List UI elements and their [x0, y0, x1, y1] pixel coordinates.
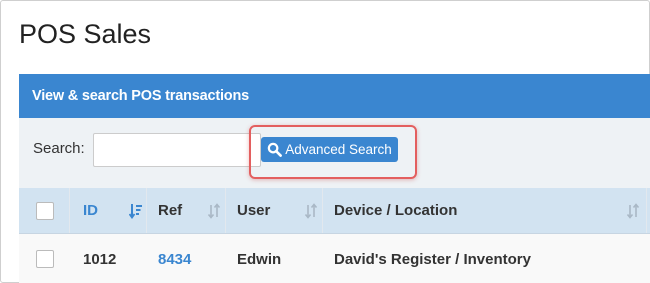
search-icon	[267, 142, 283, 157]
sort-icon[interactable]	[626, 203, 640, 219]
search-label: Search:	[33, 140, 85, 157]
advanced-search-label: Advanced Search	[285, 142, 392, 157]
row-device-location-cell: David's Register / Inventory	[334, 234, 531, 283]
table-row[interactable]: 1012 8434 Edwin David's Register / Inven…	[19, 234, 650, 283]
transactions-panel: View & search POS transactions Search: A…	[19, 74, 650, 283]
select-all-cell	[36, 188, 54, 233]
row-select-cell	[36, 234, 54, 283]
sort-icon[interactable]	[304, 203, 318, 219]
row-id: 1012	[83, 250, 117, 268]
panel-header: View & search POS transactions	[19, 74, 650, 118]
column-header-ref[interactable]: Ref	[158, 188, 182, 233]
row-ref-cell: 8434	[158, 234, 191, 283]
column-header-device-location-label: Device / Location	[334, 202, 458, 219]
column-header-id[interactable]: ID	[83, 188, 98, 233]
sort-icon[interactable]	[207, 203, 221, 219]
page-title: POS Sales	[19, 19, 152, 49]
row-checkbox[interactable]	[36, 250, 54, 268]
column-header-user[interactable]: User	[237, 188, 270, 233]
row-id-cell: 1012	[83, 234, 116, 283]
search-input[interactable]	[93, 133, 261, 167]
sort-amount-down-icon[interactable]	[129, 203, 143, 219]
row-ref-link[interactable]: 8434	[158, 251, 191, 268]
table-header-row: ID Ref User Device / Location	[19, 188, 650, 234]
advanced-search-button[interactable]: Advanced Search	[261, 137, 398, 162]
row-user-cell: Edwin	[237, 234, 281, 283]
column-header-device-location[interactable]: Device / Location	[334, 188, 457, 233]
row-device-location: David's Register / Inventory	[334, 250, 531, 268]
select-all-checkbox[interactable]	[36, 201, 54, 220]
row-user: Edwin	[237, 250, 282, 268]
column-header-id-label: ID	[83, 202, 98, 219]
column-header-ref-label: Ref	[158, 202, 183, 219]
column-header-user-label: User	[237, 202, 271, 219]
